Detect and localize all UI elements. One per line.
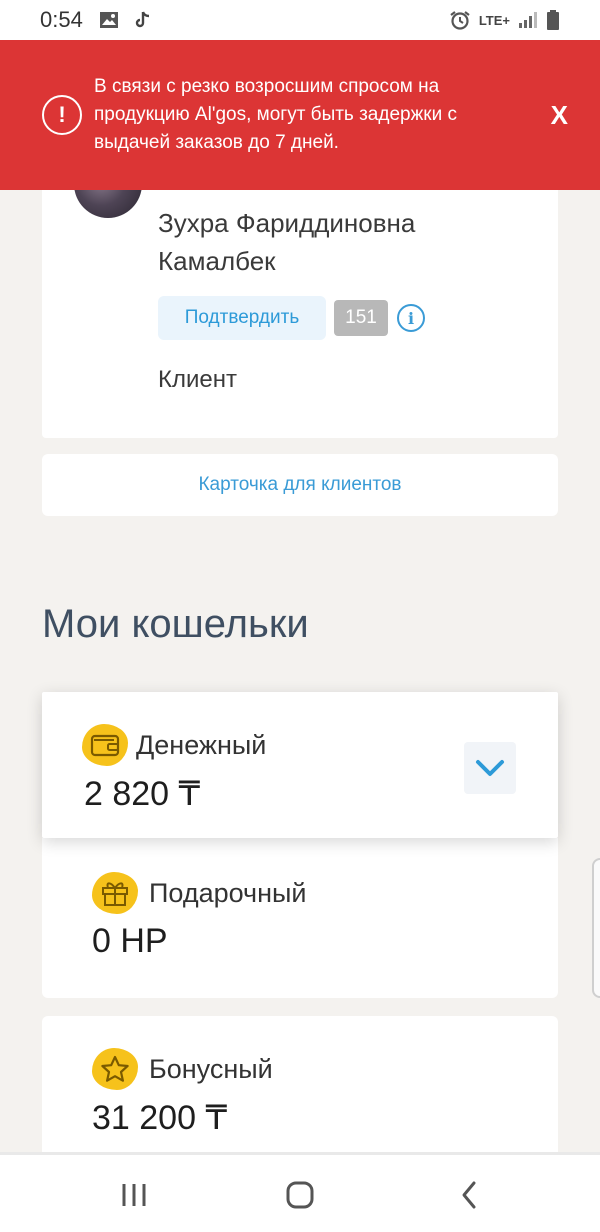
home-icon <box>282 1177 318 1213</box>
profile-name: Зухра Фариддиновна Камалбек <box>158 208 416 276</box>
confirm-button[interactable]: Подтвердить <box>158 296 326 340</box>
gallery-icon <box>99 11 119 29</box>
banner-close-button[interactable]: X <box>543 94 576 137</box>
profile-role: Клиент <box>158 366 237 393</box>
wallet-icon <box>82 724 128 766</box>
wallet-amount: 31 200 ₸ <box>92 1099 228 1137</box>
navigation-bar <box>0 1152 600 1232</box>
profile-card: Зухра Фариддиновна Камалбек Подтвердить … <box>42 150 558 438</box>
network-type-label: LTE+ <box>478 12 510 28</box>
alarm-icon <box>449 10 471 30</box>
expand-button[interactable] <box>464 742 516 794</box>
status-bar: 0:54 LTE+ <box>0 0 600 40</box>
client-card-button[interactable]: Карточка для клиентов <box>42 454 558 516</box>
tiktok-icon <box>135 11 151 29</box>
info-icon[interactable]: i <box>397 304 425 332</box>
home-button[interactable] <box>282 1177 318 1213</box>
recent-apps-button[interactable] <box>116 1177 152 1213</box>
wallet-card-money[interactable]: Денежный 2 820 ₸ <box>42 692 558 838</box>
banner-message: В связи с резко возросшим спросом на про… <box>94 76 458 153</box>
wallet-card-gift[interactable]: Подарочный 0 НР <box>42 838 558 998</box>
verification-row: Подтвердить 151 i <box>158 296 425 340</box>
wallet-name: Бонусный <box>149 1054 273 1084</box>
chevron-down-icon <box>475 759 505 777</box>
recent-apps-icon <box>116 1177 152 1213</box>
gift-icon <box>92 872 138 914</box>
star-icon <box>92 1048 138 1090</box>
wallet-amount: 2 820 ₸ <box>84 775 201 813</box>
notice-banner: ! В связи с резко возросшим спросом на п… <box>0 40 600 190</box>
wallet-amount: 0 НР <box>92 922 168 960</box>
back-icon <box>452 1177 488 1213</box>
alert-icon: ! <box>42 95 82 135</box>
back-button[interactable] <box>452 1177 488 1213</box>
count-badge: 151 <box>334 300 388 336</box>
wallet-card-bonus[interactable]: Бонусный 31 200 ₸ <box>42 1016 558 1166</box>
battery-icon <box>546 10 560 30</box>
wallet-name: Денежный <box>136 730 267 760</box>
signal-icon <box>518 11 538 29</box>
edge-panel-handle[interactable] <box>592 858 600 998</box>
wallets-section-title: Мои кошельки <box>42 602 309 646</box>
wallet-name: Подарочный <box>149 878 307 908</box>
status-time: 0:54 <box>40 7 83 32</box>
